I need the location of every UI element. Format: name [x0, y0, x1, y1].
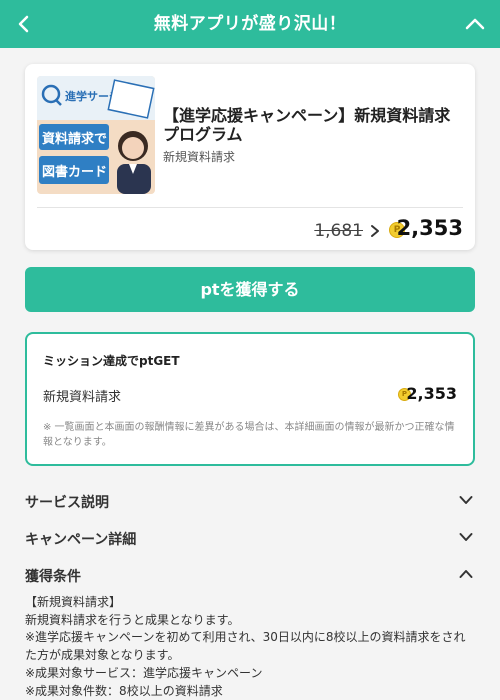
new-points: 2,353	[396, 216, 463, 240]
offer-thumbnail: 進学サーチ 資料請求で 図書カード	[37, 76, 155, 194]
chevron-up-icon	[459, 570, 473, 578]
app-header: 無料アプリが盛り沢山！	[0, 0, 500, 48]
section-campaign-details[interactable]: キャンペーン詳細	[25, 527, 475, 551]
conditions-line: ※成果対象件数：8校以上の資料請求	[25, 683, 223, 698]
get-points-button[interactable]: ptを獲得する	[25, 267, 475, 312]
conditions-line: ※進学応援キャンペーンを初めて利用され、30日以内に8校以上の資料請求をされた方…	[25, 630, 466, 663]
card-divider	[37, 207, 463, 208]
offer-card: 進学サーチ 資料請求で 図書カード 【進学応援キャンペーン】新規資料請求プログラ…	[25, 64, 475, 250]
section-service-description[interactable]: サービス説明	[25, 490, 475, 514]
offer-title: 【進学応援キャンペーン】新規資料請求プログラム	[163, 106, 451, 144]
conditions-content: 【新規資料請求】 新規資料請求を行うと成果となります。 ※進学応援キャンペーンを…	[25, 594, 475, 700]
header-title: 無料アプリが盛り沢山！	[153, 14, 347, 34]
thumb-text-3: 図書カード	[42, 164, 107, 180]
thumb-text-2: 資料請求で	[42, 131, 107, 147]
chevron-down-icon	[459, 533, 473, 541]
chevron-right-icon	[371, 225, 379, 237]
old-points: 1,681	[314, 221, 363, 241]
section-acquisition-conditions[interactable]: 獲得条件	[25, 564, 475, 588]
mission-item-points: 2,353	[406, 384, 457, 403]
offer-subtitle: 新規資料請求	[163, 150, 236, 164]
section-label: サービス説明	[25, 495, 109, 511]
mission-box: ミッション達成でptGET 新規資料請求 P 2,353 ※ 一覧画面と本画面の…	[25, 332, 475, 466]
conditions-heading: 【新規資料請求】	[25, 595, 122, 609]
mission-note: ※ 一覧画面と本画面の報酬情報に差異がある場合は、本詳細画面の情報が最新かつ正確…	[43, 422, 455, 448]
chevron-up-icon[interactable]	[464, 14, 486, 34]
conditions-line: 新規資料請求を行うと成果となります。	[25, 612, 240, 627]
section-label: 獲得条件	[25, 569, 81, 585]
mission-item-label: 新規資料請求	[43, 390, 122, 405]
section-label: キャンペーン詳細	[25, 532, 137, 548]
mission-title: ミッション達成でptGET	[43, 354, 180, 368]
conditions-line: ※成果対象サービス：進学応援キャンペーン	[25, 665, 263, 680]
chevron-down-icon	[459, 496, 473, 504]
